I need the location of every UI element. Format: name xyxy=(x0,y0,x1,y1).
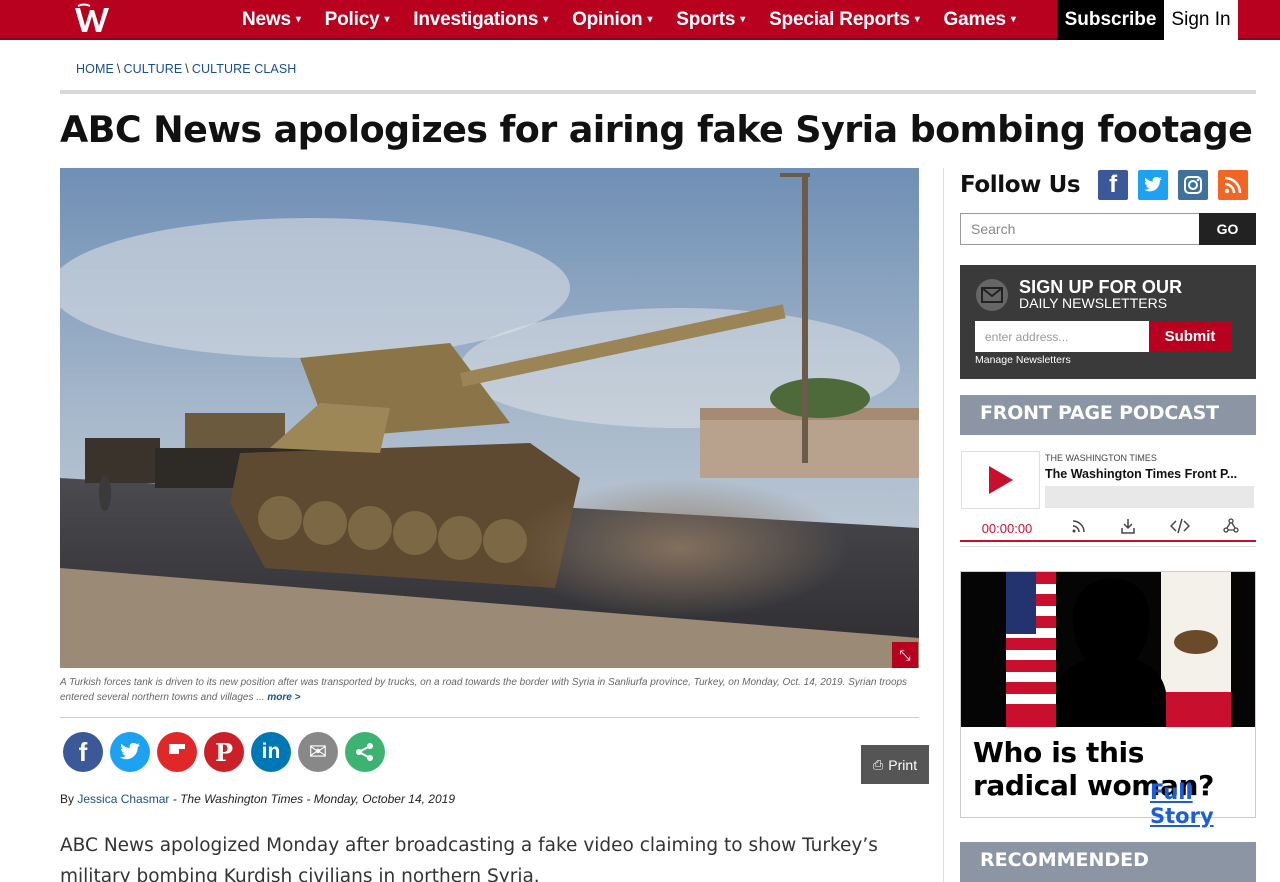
linkedin-share-icon[interactable]: in xyxy=(251,732,291,772)
ad-full-story-link[interactable]: Full Story xyxy=(1150,780,1255,828)
podcast-player: THE WASHINGTON TIMES The Washington Time… xyxy=(960,442,1256,547)
sponsored-ad[interactable]: Who is this radical woman? Full Story xyxy=(960,571,1256,828)
email-share-icon[interactable]: ✉ xyxy=(298,732,338,772)
author-link[interactable]: Jessica Chasmar xyxy=(77,792,169,806)
share-bar: f P in ✉ xyxy=(63,732,392,772)
divider xyxy=(60,90,1256,94)
twitter-icon[interactable] xyxy=(1138,170,1169,200)
podcast-source: THE WASHINGTON TIMES xyxy=(1045,453,1157,463)
search-go-button[interactable]: GO xyxy=(1199,213,1256,245)
nav-opinion-label: Opinion xyxy=(572,9,643,30)
article-body: ABC News apologized Monday after broadca… xyxy=(60,835,878,882)
newsletter-signup: SIGN UP FOR OUR DAILY NEWSLETTERS enter … xyxy=(960,265,1256,379)
follow-us: Follow Us f xyxy=(960,170,1249,200)
nav-special-reports-label: Special Reports xyxy=(769,9,910,30)
play-icon xyxy=(988,466,1013,494)
rss-icon[interactable] xyxy=(1218,170,1249,200)
caption-text: A Turkish forces tank is driven to its n… xyxy=(60,677,908,703)
chevron-down-icon: ▾ xyxy=(740,14,746,25)
nav-news-label: News xyxy=(242,9,291,30)
divider xyxy=(60,717,919,718)
breadcrumb-home[interactable]: HOME xyxy=(76,62,114,76)
podcast-time: 00:00:00 xyxy=(981,521,1033,536)
pinterest-share-icon[interactable]: P xyxy=(204,732,244,772)
chevron-down-icon: ▾ xyxy=(1010,14,1016,25)
nav-policy-label: Policy xyxy=(324,9,380,30)
chevron-down-icon: ▾ xyxy=(384,14,390,25)
subscribe-feed-icon[interactable] xyxy=(1071,518,1087,534)
expand-image-icon[interactable]: ⤡ xyxy=(892,642,918,668)
byline-prefix: By xyxy=(60,792,75,806)
main-nav: News ▾ Policy ▾ Investigations ▾ Opinion ▾ S… xyxy=(242,0,1040,40)
sign-in-button[interactable]: Sign In xyxy=(1164,0,1238,40)
nav-sports-label: Sports xyxy=(676,9,736,30)
nav-opinion[interactable]: Opinion ▾ xyxy=(572,9,652,31)
newsletter-subtitle: DAILY NEWSLETTERS xyxy=(1019,295,1168,311)
share-podcast-icon[interactable] xyxy=(1223,518,1239,534)
manage-newsletters-link[interactable]: Manage Newsletters xyxy=(975,354,1071,366)
image-caption: A Turkish forces tank is driven to its n… xyxy=(60,675,920,705)
follow-us-label: Follow Us xyxy=(960,172,1081,198)
hero-image[interactable] xyxy=(60,168,919,668)
nav-investigations[interactable]: Investigations ▾ xyxy=(413,9,548,31)
twitter-share-icon[interactable] xyxy=(110,732,150,772)
nav-special-reports[interactable]: Special Reports ▾ xyxy=(769,9,920,31)
nav-policy[interactable]: Policy ▾ xyxy=(325,9,390,31)
more-share-icon[interactable] xyxy=(345,732,385,772)
facebook-share-icon[interactable]: f xyxy=(63,732,103,772)
embed-code-icon[interactable] xyxy=(1169,518,1190,534)
nav-games[interactable]: Games ▾ xyxy=(944,9,1016,31)
mail-icon xyxy=(976,279,1008,311)
article-headline: ABC News apologizes for airing fake Syri… xyxy=(60,108,1253,151)
top-nav-bar: News ▾ Policy ▾ Investigations ▾ Opinion ▾ S… xyxy=(0,0,1280,40)
printer-icon: ⎙ xyxy=(872,756,884,772)
podcast-header: FRONT PAGE PODCAST xyxy=(960,395,1256,435)
podcast-accent-line xyxy=(960,540,1256,542)
podcast-title[interactable]: The Washington Times Front P... xyxy=(1045,467,1251,481)
chevron-down-icon: ▾ xyxy=(914,14,920,25)
newsletter-email-field[interactable]: enter address... xyxy=(975,321,1149,352)
nav-games-label: Games xyxy=(943,9,1007,30)
byline: By Jessica Chasmar - The Washington Time… xyxy=(60,792,455,806)
facebook-icon[interactable]: f xyxy=(1098,170,1129,200)
subscribe-button[interactable]: Subscribe xyxy=(1057,0,1164,40)
nav-investigations-label: Investigations xyxy=(413,9,539,30)
print-button[interactable]: ⎙ Print xyxy=(861,745,929,784)
breadcrumb: HOME \ CULTURE \ CULTURE CLASH xyxy=(76,62,296,76)
podcast-controls xyxy=(1054,512,1256,540)
chevron-down-icon: ▾ xyxy=(647,14,653,25)
nav-news[interactable]: News ▾ xyxy=(242,9,301,31)
flipboard-share-icon[interactable] xyxy=(157,732,197,772)
nav-sports[interactable]: Sports ▾ xyxy=(676,9,745,31)
site-logo[interactable] xyxy=(72,2,114,38)
byline-publication: - The Washington Times - Monday, October… xyxy=(172,792,455,806)
breadcrumb-culture-clash[interactable]: CULTURE CLASH xyxy=(192,62,297,76)
newsletter-submit-button[interactable]: Submit xyxy=(1149,321,1231,352)
search-input[interactable]: Search xyxy=(960,213,1200,245)
podcast-progress-bar[interactable] xyxy=(1045,486,1254,508)
breadcrumb-culture[interactable]: CULTURE xyxy=(123,62,182,76)
chevron-down-icon: ▾ xyxy=(543,14,549,25)
instagram-icon[interactable] xyxy=(1178,170,1209,200)
breadcrumb-separator: \ xyxy=(185,62,189,76)
column-divider xyxy=(943,168,944,882)
breadcrumb-separator: \ xyxy=(116,62,121,76)
caption-more-link[interactable]: more > xyxy=(267,692,300,703)
download-icon[interactable] xyxy=(1120,518,1136,534)
ad-image xyxy=(961,572,1255,727)
print-label: Print xyxy=(888,756,918,773)
play-button[interactable] xyxy=(961,451,1040,509)
recommended-header: RECOMMENDED xyxy=(960,842,1256,882)
chevron-down-icon: ▾ xyxy=(295,14,301,25)
